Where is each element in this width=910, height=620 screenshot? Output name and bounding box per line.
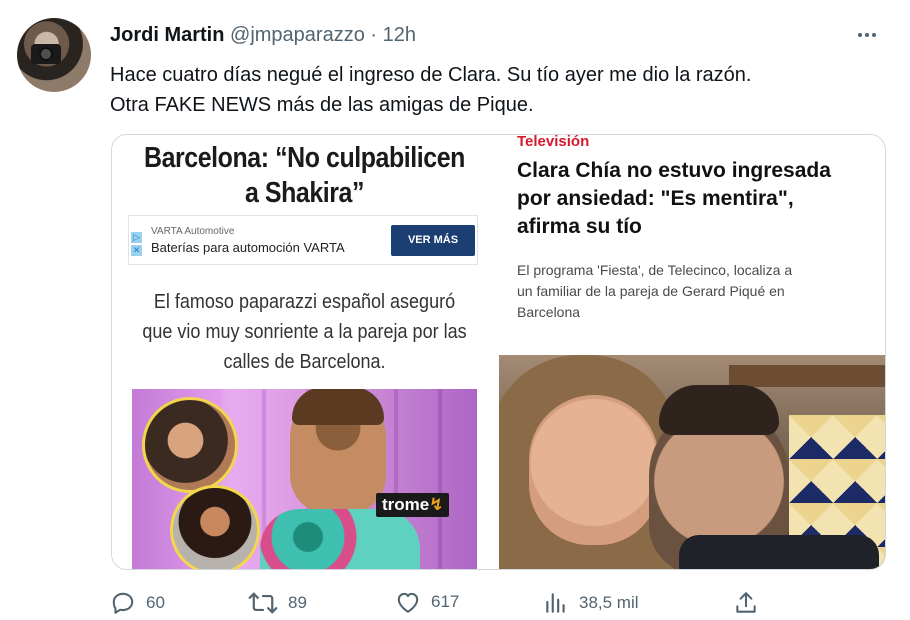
right-subtitle-line: El programa 'Fiesta', de Telecinco, loca…	[517, 262, 793, 278]
tweet-text-line: Otra FAKE NEWS más de las amigas de Piqu…	[110, 94, 534, 116]
retweet-icon	[248, 592, 278, 614]
man-hair	[292, 389, 384, 425]
ad-choices-icon: ▷ ✕	[131, 232, 143, 258]
man-jacket	[679, 535, 879, 569]
ad-close-icon: ✕	[131, 245, 142, 256]
left-quote: El famoso paparazzi español aseguró que …	[131, 287, 478, 377]
right-photo	[499, 355, 885, 569]
article-section: Televisión	[517, 134, 590, 150]
retweet-button[interactable]: 89	[248, 590, 307, 616]
singer-inset-circle	[170, 485, 260, 569]
right-headline-line: por ansiedad: "Es mentira",	[517, 187, 794, 210]
left-quote-line: calles de Barcelona.	[223, 351, 386, 373]
tweet-header: Jordi Martin @jmpaparazzo · 12h	[110, 24, 416, 47]
views-button[interactable]: 38,5 mil	[543, 590, 639, 616]
ad-brand: VARTA Automotive	[151, 226, 235, 237]
couple-inset-circle	[142, 397, 238, 493]
left-headline-line: Barcelona: “No culpabilicen	[143, 142, 465, 174]
tweet-time[interactable]: 12h	[383, 24, 416, 46]
left-headline: Barcelona: “No culpabilicen a Shakira”	[139, 141, 470, 211]
right-subtitle-line: Barcelona	[517, 304, 581, 320]
left-photo: trome↯	[132, 389, 477, 569]
author-handle[interactable]: @jmpaparazzo	[230, 24, 365, 46]
like-button[interactable]: 617	[395, 590, 459, 614]
reply-icon	[112, 592, 134, 614]
header-separator: ·	[370, 24, 378, 46]
right-headline-line: afirma su tío	[517, 215, 642, 238]
like-count: 617	[431, 592, 460, 611]
action-bar: 60 89 617 38,5 mil	[110, 590, 790, 620]
ad-ver-mas-button: VER MÁS	[391, 225, 475, 256]
ad-banner: ▷ ✕ VARTA Automotive Baterías para autom…	[128, 215, 478, 265]
tweet-text-line: Hace cuatro días negué el ingreso de Cla…	[110, 64, 752, 86]
trome-logo: trome↯	[376, 493, 450, 517]
share-button[interactable]	[733, 590, 759, 616]
camera-lens-shape	[39, 47, 53, 61]
tweet-text: Hace cuatro días negué el ingreso de Cla…	[110, 60, 880, 120]
right-headline: Clara Chía no estuvo ingresada por ansie…	[517, 157, 877, 241]
right-headline-line: Clara Chía no estuvo ingresada	[517, 159, 831, 182]
author-name[interactable]: Jordi Martin	[110, 24, 224, 46]
ad-info-icon: ▷	[131, 232, 142, 243]
tweet[interactable]: Jordi Martin @jmpaparazzo · 12h Hace cua…	[0, 0, 910, 620]
media-grid: Barcelona: “No culpabilicen a Shakira” ▷…	[111, 134, 886, 570]
views-count: 38,5 mil	[579, 593, 639, 612]
analytics-icon	[546, 593, 565, 613]
retweet-count: 89	[288, 593, 307, 612]
share-icon	[736, 592, 756, 613]
right-subtitle-line: un familiar de la pareja de Gerard Piqué…	[517, 283, 785, 299]
ad-title: Baterías para automoción VARTA	[151, 240, 345, 255]
heart-icon	[397, 592, 419, 613]
more-options-icon[interactable]	[858, 28, 884, 42]
media-image-right[interactable]: Televisión Clara Chía no estuvo ingresad…	[499, 134, 885, 569]
man-shirt	[260, 509, 420, 569]
left-quote-line: que vio muy sonriente a la pareja por la…	[142, 321, 467, 343]
media-image-left[interactable]: Barcelona: “No culpabilicen a Shakira” ▷…	[112, 135, 497, 569]
left-quote-line: El famoso paparazzi español aseguró	[153, 291, 456, 313]
left-headline-line: a Shakira”	[244, 177, 365, 209]
woman-face	[529, 395, 659, 545]
right-subtitle: El programa 'Fiesta', de Telecinco, loca…	[517, 260, 877, 323]
author-avatar[interactable]	[17, 18, 91, 92]
wood-beam	[729, 365, 885, 387]
reply-button[interactable]: 60	[110, 590, 165, 616]
reply-count: 60	[146, 593, 165, 612]
man-hair	[659, 385, 779, 435]
